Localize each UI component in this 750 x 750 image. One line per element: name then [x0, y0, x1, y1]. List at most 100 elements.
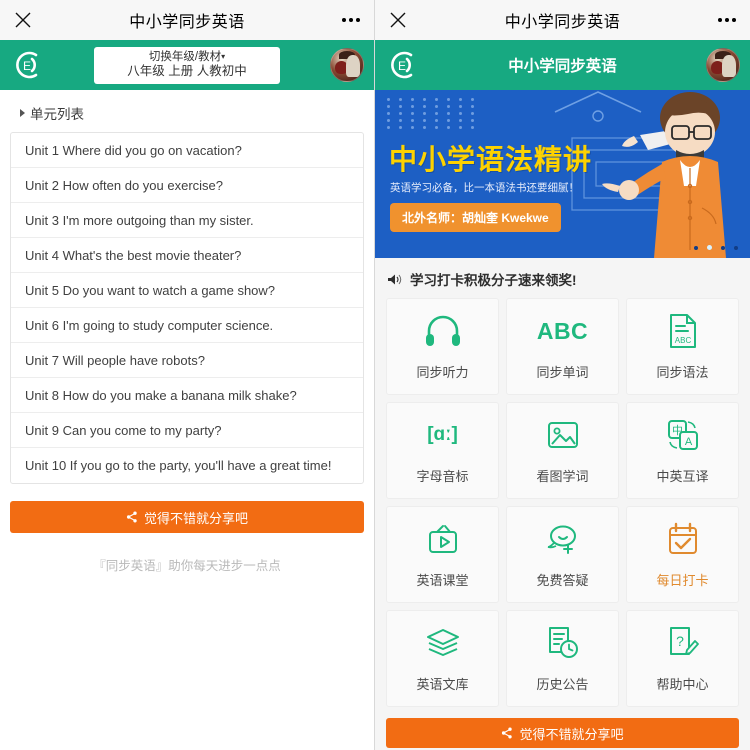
right-content: 中小学语法精讲 英语学习必备，比一本语法书还要细腻！ 北外名师：胡灿奎 Kwek…: [375, 90, 750, 750]
grid-tile-qa[interactable]: 免费答疑: [506, 506, 619, 603]
unit-list: Unit 1 Where did you go on vacation? Uni…: [10, 132, 364, 484]
more-options-icon[interactable]: [718, 18, 736, 22]
app-logo-icon: E: [10, 48, 44, 82]
list-item[interactable]: Unit 5 Do you want to watch a game show?: [11, 273, 363, 308]
dual-pane-screenshot: 中小学同步英语 E 切换年级/教材▾ 八年级 上册 人教初中 单元列表 Unit…: [0, 0, 750, 750]
carousel-dot[interactable]: [694, 245, 698, 250]
banner-subtitle: 英语学习必备，比一本语法书还要细腻！: [390, 182, 579, 194]
right-pane: 中小学同步英语 E 中小学同步英语 中小学语法精讲 英语学习必备，比一本语法书还…: [375, 0, 750, 750]
speaker-icon: [387, 273, 402, 286]
svg-text:?: ?: [676, 633, 684, 649]
unit-list-header[interactable]: 单元列表: [10, 90, 364, 132]
layers-stack-icon: [426, 624, 460, 662]
carousel-dot-active[interactable]: [707, 245, 712, 250]
right-nav-title: 中小学同步英语: [504, 14, 621, 31]
grid-tile-words[interactable]: ABC 同步单词: [506, 298, 619, 395]
phonetic-bracket-icon: [ɑː]: [427, 416, 458, 454]
svg-text:E: E: [23, 59, 31, 73]
list-item[interactable]: Unit 4 What's the best movie theater?: [11, 238, 363, 273]
left-pane: 中小学同步英语 E 切换年级/教材▾ 八年级 上册 人教初中 单元列表 Unit…: [0, 0, 375, 750]
grid-tile-daily-checkin[interactable]: 每日打卡: [626, 506, 739, 603]
footer-note: 『同步英语』助你每天进步一点点: [93, 559, 281, 573]
announcement-text: 学习打卡积极分子速来领奖!: [410, 273, 577, 288]
avatar[interactable]: [330, 48, 364, 82]
headphones-icon: [424, 312, 462, 350]
grid-tile-label: 看图学词: [536, 469, 589, 484]
grid-tile-translate[interactable]: 中 A 中英互译: [626, 402, 739, 499]
share-icon: [126, 511, 138, 523]
unit-list-title: 单元列表: [30, 107, 84, 122]
banner-title: 中小学语法精讲: [389, 144, 593, 175]
list-item[interactable]: Unit 3 I'm more outgoing than my sister.: [11, 203, 363, 238]
carousel-dot[interactable]: [734, 245, 738, 250]
grid-tile-grammar[interactable]: ABC 同步语法: [626, 298, 739, 395]
grid-tile-label: 每日打卡: [656, 573, 709, 588]
app-logo-icon: E: [385, 48, 419, 82]
share-icon: [501, 727, 513, 739]
more-options-icon[interactable]: [342, 18, 360, 22]
document-clock-icon: [546, 624, 580, 662]
grid-tile-picture-words[interactable]: 看图学词: [506, 402, 619, 499]
grid-tile-library[interactable]: 英语文库: [386, 610, 499, 707]
list-item[interactable]: Unit 8 How do you make a banana milk sha…: [11, 378, 363, 413]
grid-tile-label: 帮助中心: [656, 677, 709, 692]
banner-dot-pattern: [387, 98, 479, 129]
abc-text-icon: ABC: [537, 312, 588, 350]
calendar-check-icon: [667, 520, 699, 558]
list-item[interactable]: Unit 9 Can you come to my party?: [11, 413, 363, 448]
avatar[interactable]: [706, 48, 740, 82]
close-icon[interactable]: [14, 11, 32, 29]
document-abc-icon: ABC: [668, 312, 698, 350]
share-button[interactable]: 觉得不错就分享吧: [386, 718, 739, 748]
list-item[interactable]: Unit 6 I'm going to study computer scien…: [11, 308, 363, 343]
left-nav-title: 中小学同步英语: [129, 14, 245, 31]
list-item[interactable]: Unit 2 How often do you exercise?: [11, 168, 363, 203]
grid-tile-label: 同步单词: [536, 365, 589, 380]
list-item[interactable]: Unit 1 Where did you go on vacation?: [11, 133, 363, 168]
grid-tile-history[interactable]: 历史公告: [506, 610, 619, 707]
svg-text:E: E: [398, 59, 406, 73]
grid-tile-phonetics[interactable]: [ɑː] 字母音标: [386, 402, 499, 499]
left-navbar: 中小学同步英语: [0, 0, 374, 40]
list-item[interactable]: Unit 7 Will people have robots?: [11, 343, 363, 378]
app-header-title: 中小学同步英语: [508, 58, 617, 75]
close-icon[interactable]: [389, 11, 407, 29]
right-app-header: E 中小学同步英语: [375, 40, 750, 90]
grid-tile-listening[interactable]: 同步听力: [386, 298, 499, 395]
chevron-down-icon: ▾: [221, 51, 226, 61]
avatar-shape-figure: [346, 55, 360, 77]
grid-tile-class[interactable]: 英语课堂: [386, 506, 499, 603]
announcement-bar[interactable]: 学习打卡积极分子速来领奖!: [375, 258, 750, 298]
left-app-header: E 切换年级/教材▾ 八年级 上册 人教初中: [0, 40, 374, 90]
carousel-indicator[interactable]: [694, 245, 738, 250]
grid-tile-label: 英语文库: [416, 677, 469, 692]
grid-tile-label: 英语课堂: [416, 573, 469, 588]
grid-tile-label: 同步听力: [416, 365, 469, 380]
banner-teacher-badge: 北外名师：胡灿奎 Kwekwe: [390, 203, 561, 232]
abc-label: ABC: [536, 317, 589, 344]
right-navbar: 中小学同步英语: [375, 0, 750, 40]
grid-tile-label: 同步语法: [656, 365, 709, 380]
grade-selector[interactable]: 切换年级/教材▾ 八年级 上册 人教初中: [94, 46, 280, 84]
feature-grid: 同步听力 ABC 同步单词 ABC 同步语法 [ɑː] 字母音标 看图学词 中 …: [375, 298, 750, 707]
grid-tile-help[interactable]: ? 帮助中心: [626, 610, 739, 707]
share-button-label: 觉得不错就分享吧: [143, 510, 248, 526]
grid-tile-label: 字母音标: [416, 469, 469, 484]
list-item[interactable]: Unit 10 If you go to the party, you'll h…: [11, 448, 363, 483]
carousel-dot[interactable]: [721, 245, 725, 250]
left-content: 单元列表 Unit 1 Where did you go on vacation…: [0, 90, 374, 750]
promo-banner[interactable]: 中小学语法精讲 英语学习必备，比一本语法书还要细腻！ 北外名师：胡灿奎 Kwek…: [375, 90, 750, 258]
chat-plus-icon: [545, 520, 581, 558]
share-button[interactable]: 觉得不错就分享吧: [10, 501, 364, 533]
tv-play-icon: [426, 520, 460, 558]
avatar-shape-figure: [722, 55, 736, 77]
grid-tile-label: 历史公告: [536, 677, 589, 692]
svg-text:ABC: ABC: [674, 336, 691, 345]
grade-switch-text: 切换年级/教材: [148, 50, 222, 63]
triangle-right-icon: [20, 109, 25, 117]
question-pencil-icon: ?: [667, 624, 699, 662]
image-picture-icon: [546, 416, 580, 454]
grid-tile-label: 免费答疑: [536, 573, 589, 588]
translate-icon: 中 A: [666, 416, 700, 454]
grade-selector-value: 八年级 上册 人教初中: [127, 63, 247, 78]
